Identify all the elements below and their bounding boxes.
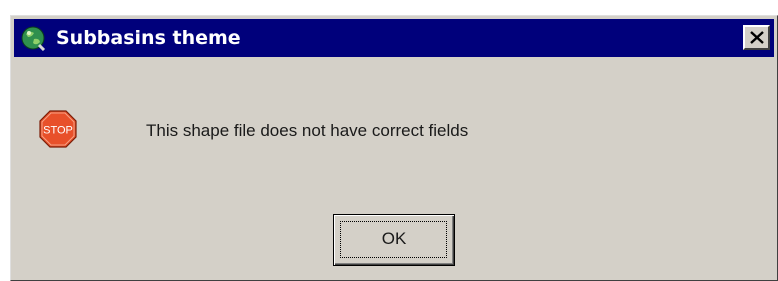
message-dialog: Subbasins theme STOP This shape file doe…: [10, 15, 778, 281]
stop-icon-text: STOP: [43, 125, 73, 137]
title-bar[interactable]: Subbasins theme: [14, 19, 774, 57]
ok-button[interactable]: OK: [333, 214, 455, 266]
close-button[interactable]: [743, 25, 770, 50]
ok-button-label: OK: [381, 229, 407, 248]
globe-icon: [20, 25, 46, 52]
message-text: This shape file does not have correct fi…: [146, 121, 469, 140]
window-title: Subbasins theme: [56, 27, 241, 49]
stop-icon: STOP: [39, 110, 77, 148]
